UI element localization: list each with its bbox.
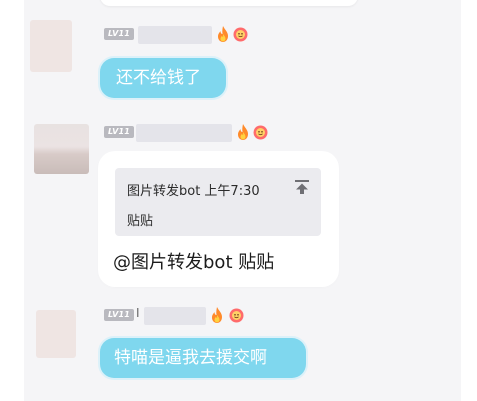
message-bubble[interactable]: 特喵是逼我去援交啊 — [100, 338, 306, 378]
level-badge: LV11 — [104, 28, 134, 40]
flame-icon — [212, 307, 222, 323]
sender-name-redacted[interactable] — [138, 26, 212, 44]
level-badge: LV11 — [104, 309, 134, 321]
sender-meta: LV11 — [104, 26, 254, 44]
sender-name-redacted[interactable] — [136, 124, 232, 142]
smiley-badge-icon — [233, 27, 248, 42]
quoted-sender-time: 图片转发bot 上午7:30 — [127, 184, 260, 199]
message-text: @图片转发bot 贴贴 — [113, 252, 275, 273]
sender-meta: LV11 I — [104, 306, 254, 325]
chat-screen: LV11 还不给钱了 LV11 图片转发bot 上午7:30 贴贴 @图片转发b… — [0, 0, 477, 401]
sender-meta: LV11 — [104, 124, 274, 142]
sender-avatar[interactable] — [30, 20, 72, 72]
sender-name-fragment: I — [136, 306, 140, 320]
message-bubble[interactable]: 还不给钱了 — [100, 58, 226, 98]
reply-message-card[interactable]: 图片转发bot 上午7:30 贴贴 @图片转发bot 贴贴 — [101, 154, 336, 284]
smiley-badge-icon — [253, 125, 268, 140]
flame-icon — [218, 26, 228, 42]
jump-to-message-icon[interactable] — [293, 178, 311, 196]
message-text: 还不给钱了 — [116, 68, 201, 88]
right-edge — [461, 0, 477, 401]
previous-message-bubble[interactable] — [100, 0, 358, 6]
smiley-badge-icon — [229, 308, 244, 323]
sender-avatar[interactable] — [34, 124, 89, 174]
sender-name-redacted[interactable] — [144, 307, 206, 325]
quoted-text: 贴贴 — [127, 214, 154, 229]
message-text: 特喵是逼我去援交啊 — [114, 348, 267, 368]
sender-avatar[interactable] — [36, 310, 76, 358]
level-badge: LV11 — [104, 126, 134, 138]
flame-icon — [238, 124, 248, 140]
left-edge — [0, 0, 24, 401]
quoted-message[interactable]: 图片转发bot 上午7:30 贴贴 — [115, 168, 321, 236]
